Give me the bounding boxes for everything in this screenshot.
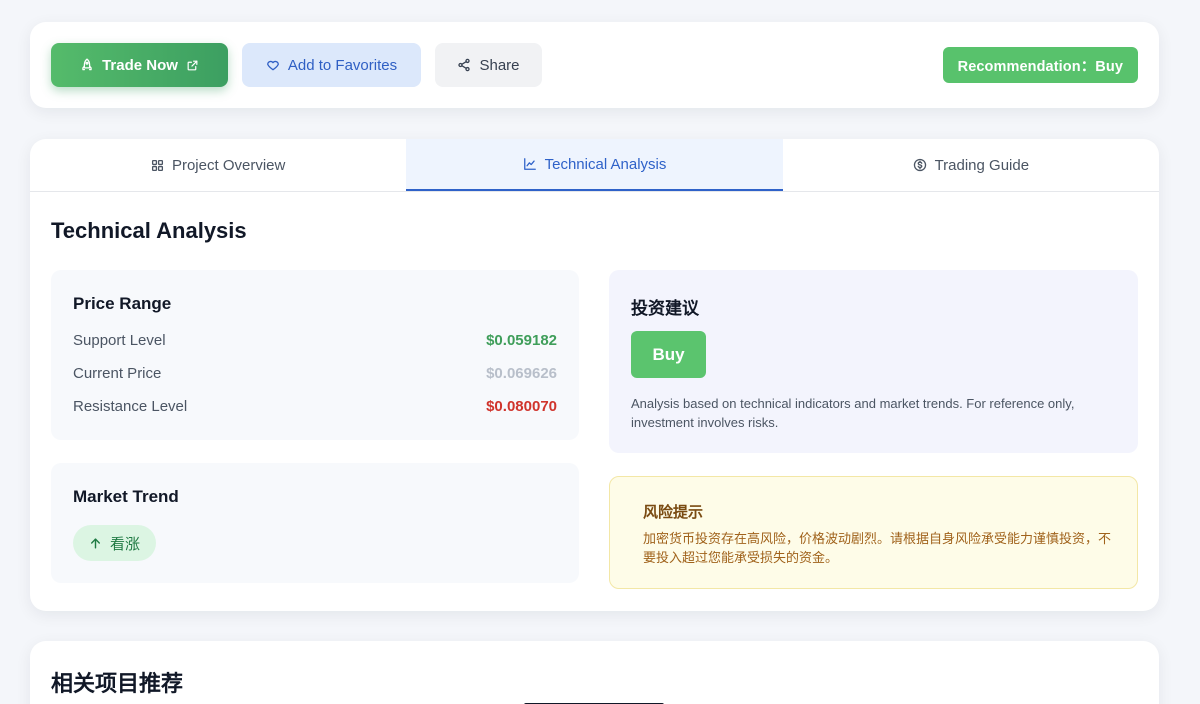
price-row-label: Resistance Level xyxy=(73,398,188,415)
advice-note: Analysis based on technical indicators a… xyxy=(631,396,1075,430)
rocket-icon xyxy=(80,58,94,72)
risk-warning-text: 加密货币投资存在高风险，价格波动剧烈。请根据自身风险承受能力谨慎投资，不要投入超… xyxy=(643,531,1112,565)
tab-technical-analysis[interactable]: Technical Analysis xyxy=(406,139,783,191)
price-row-label: Support Level xyxy=(73,332,166,349)
external-link-icon xyxy=(186,59,199,72)
add-to-favorites-button[interactable]: Add to Favorites xyxy=(242,43,421,87)
buy-button[interactable]: Buy xyxy=(631,331,706,378)
investment-advice-panel: 投资建议 Buy Analysis based on technical ind… xyxy=(609,270,1138,453)
tab-label: Technical Analysis xyxy=(544,155,667,173)
share-label: Share xyxy=(479,56,520,74)
recommendation-badge: Recommendation：Buy xyxy=(942,47,1138,83)
arrow-up-icon xyxy=(89,537,102,550)
tab-bar: Project Overview Technical Analysis Trad… xyxy=(30,139,1159,192)
dollar-circle-icon xyxy=(913,158,927,172)
support-level-value: $0.059182 xyxy=(486,332,557,349)
price-row-current: Current Price $0.069626 xyxy=(73,365,557,382)
investment-advice-title: 投资建议 xyxy=(631,299,699,318)
action-bar: Trade Now Add to Favorites Share Recomme… xyxy=(30,22,1159,108)
share-button[interactable]: Share xyxy=(435,43,542,87)
add-to-favorites-label: Add to Favorites xyxy=(287,56,398,74)
tab-trading-guide[interactable]: Trading Guide xyxy=(783,139,1159,191)
tab-label: Trading Guide xyxy=(934,156,1030,174)
risk-warning-panel: 风险提示 加密货币投资存在高风险，价格波动剧烈。请根据自身风险承受能力谨慎投资，… xyxy=(609,476,1138,589)
market-trend-panel: Market Trend 看涨 xyxy=(51,463,579,583)
tab-project-overview[interactable]: Project Overview xyxy=(30,139,406,191)
resistance-level-value: $0.080070 xyxy=(486,398,557,415)
related-projects-card: 相关项目推荐 xyxy=(30,641,1159,704)
trade-now-button[interactable]: Trade Now xyxy=(51,43,228,87)
trend-badge: 看涨 xyxy=(73,525,157,561)
share-icon xyxy=(457,58,471,72)
current-price-value: $0.069626 xyxy=(486,365,557,382)
price-row-label: Current Price xyxy=(73,365,162,382)
grid-icon xyxy=(151,159,164,172)
risk-warning-title: 风险提示 xyxy=(643,504,704,521)
market-trend-title: Market Trend xyxy=(73,487,179,506)
chart-line-icon xyxy=(523,157,537,171)
price-range-panel: Price Range Support Level $0.059182 Curr… xyxy=(51,270,579,440)
related-projects-title: 相关项目推荐 xyxy=(51,671,184,696)
analysis-card: Project Overview Technical Analysis Trad… xyxy=(30,139,1159,611)
heart-icon xyxy=(266,58,280,72)
price-row-support: Support Level $0.059182 xyxy=(73,332,557,349)
section-title: Technical Analysis xyxy=(51,218,247,243)
trend-value: 看涨 xyxy=(110,535,141,553)
trade-now-label: Trade Now xyxy=(102,56,178,74)
price-range-title: Price Range xyxy=(73,294,172,313)
price-row-resistance: Resistance Level $0.080070 xyxy=(73,398,557,415)
tab-label: Project Overview xyxy=(171,156,286,174)
